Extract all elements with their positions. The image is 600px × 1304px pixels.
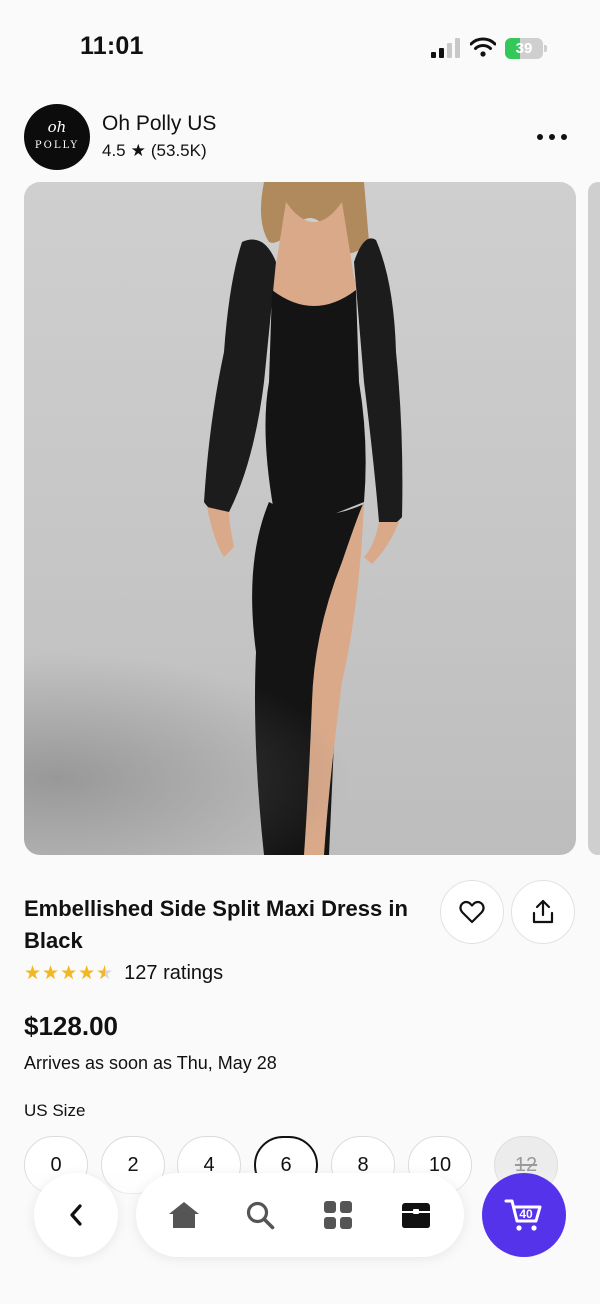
next-image-peek[interactable] (588, 182, 600, 855)
wifi-icon (470, 37, 496, 57)
product-title: Embellished Side Split Maxi Dress in Bla… (24, 896, 408, 953)
product-price: $128.00 (24, 1011, 118, 1041)
size-label: US Size (24, 1101, 86, 1120)
store-name[interactable]: Oh Polly US (102, 112, 216, 136)
product-rating[interactable]: ★★★★★ ★★★★★ 127 ratings (24, 962, 223, 985)
home-icon (169, 1202, 199, 1228)
cellular-signal-icon (431, 38, 460, 58)
bottom-nav (136, 1173, 464, 1257)
share-button[interactable] (511, 880, 575, 944)
search-icon (246, 1201, 275, 1230)
back-button[interactable] (34, 1173, 118, 1257)
store-rating-value: 4.5 (102, 141, 126, 160)
more-icon (537, 134, 543, 140)
cart-count: 40 (519, 1207, 533, 1221)
store-rating: 4.5 ★ (53.5K) (102, 141, 207, 161)
ratings-count: 127 ratings (124, 962, 224, 984)
favorite-button[interactable] (440, 880, 504, 944)
status-time: 11:01 (80, 32, 144, 60)
cart-button[interactable]: 40 (482, 1173, 566, 1257)
more-options-button[interactable] (530, 122, 574, 152)
rating-stars: ★★★★★ ★★★★★ (24, 963, 115, 984)
store-logo[interactable]: oh POLLY (24, 104, 90, 170)
share-icon (532, 899, 554, 924)
nav-categories-button[interactable] (322, 1199, 354, 1231)
product-image[interactable] (24, 182, 576, 855)
rating-stars-fill: ★★★★★ (24, 963, 105, 984)
store-review-count: (53.5K) (150, 141, 207, 160)
nav-search-button[interactable] (244, 1199, 276, 1231)
delivery-estimate: Arrives as soon as Thu, May 28 (24, 1053, 277, 1073)
grid-icon (324, 1201, 352, 1229)
battery-level: 39 (515, 40, 533, 57)
battery-indicator: 39 (505, 38, 547, 59)
star-icon: ★ (130, 141, 146, 160)
nav-home-button[interactable] (168, 1199, 200, 1231)
logo-script: oh (47, 118, 67, 136)
nav-orders-button[interactable] (400, 1199, 432, 1231)
store-header: oh POLLY Oh Polly US 4.5 ★ (53.5K) (24, 104, 576, 170)
package-icon (402, 1203, 430, 1228)
heart-icon (459, 900, 485, 924)
status-bar: 11:01 39 (0, 0, 600, 84)
chevron-left-icon (70, 1204, 82, 1226)
logo-word: POLLY (34, 140, 80, 151)
